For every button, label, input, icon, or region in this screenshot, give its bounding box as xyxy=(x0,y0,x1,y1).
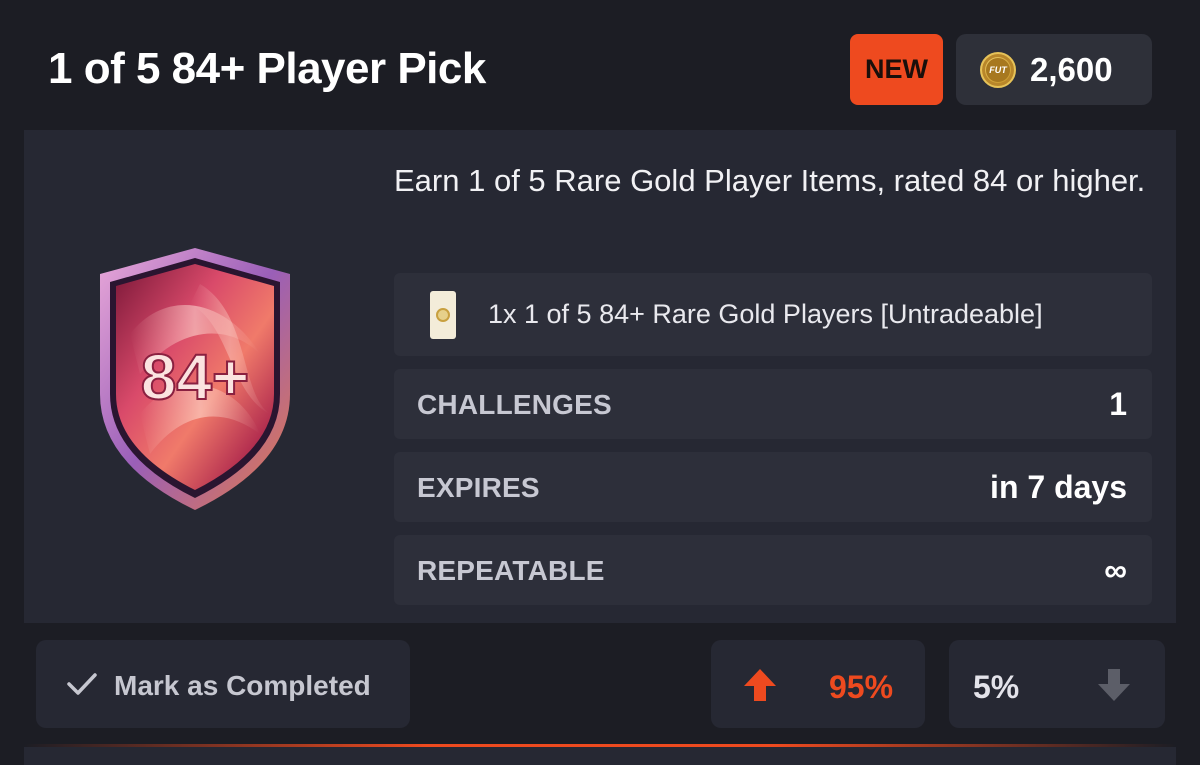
downvote-button[interactable]: 5% xyxy=(949,640,1165,728)
price-value: 2,600 xyxy=(1030,50,1113,88)
new-badge: NEW xyxy=(850,34,943,105)
coin-icon: FUT xyxy=(980,51,1016,88)
check-icon xyxy=(67,673,97,695)
arrow-up-icon xyxy=(744,669,776,701)
stat-value: in 7 days xyxy=(990,469,1127,505)
arrow-down-icon xyxy=(1098,669,1130,701)
downvote-percentage: 5% xyxy=(973,669,1020,705)
upvote-button[interactable]: 95% xyxy=(711,640,925,728)
pack-description: Earn 1 of 5 Rare Gold Player Items, rate… xyxy=(394,163,1146,198)
page-title: 1 of 5 84+ Player Pick xyxy=(48,44,486,93)
rating-shield-icon: 84+ xyxy=(100,248,290,510)
stat-row-challenges: CHALLENGES 1 xyxy=(394,369,1152,439)
stat-row-repeatable: REPEATABLE ∞ xyxy=(394,535,1152,605)
mark-as-completed-button[interactable]: Mark as Completed xyxy=(36,640,410,728)
stat-value: ∞ xyxy=(1104,552,1127,588)
reward-text: 1x 1 of 5 84+ Rare Gold Players [Untrade… xyxy=(488,299,1043,329)
stat-label: EXPIRES xyxy=(417,472,540,503)
stat-label: REPEATABLE xyxy=(417,555,605,586)
next-card-edge xyxy=(24,747,1176,765)
stat-label: CHALLENGES xyxy=(417,389,612,420)
stat-value: 1 xyxy=(1109,386,1127,422)
price-pill: FUT 2,600 xyxy=(956,34,1152,105)
header: 1 of 5 84+ Player Pick NEW FUT 2,600 xyxy=(0,0,1200,130)
reward-row: 1x 1 of 5 84+ Rare Gold Players [Untrade… xyxy=(394,273,1152,356)
upvote-percentage: 95% xyxy=(829,669,894,705)
svg-text:84+: 84+ xyxy=(141,341,250,413)
player-card-icon xyxy=(430,291,456,339)
stat-row-expires: EXPIRES in 7 days xyxy=(394,452,1152,522)
mark-as-completed-label: Mark as Completed xyxy=(114,670,371,701)
